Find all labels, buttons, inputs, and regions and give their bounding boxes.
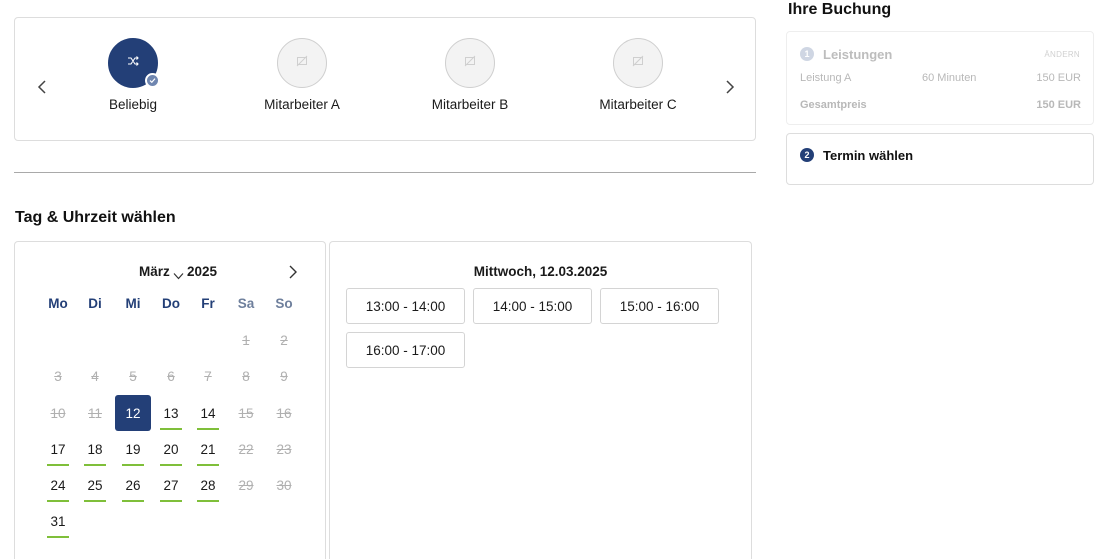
staff-name: Mitarbeiter A [264, 97, 340, 112]
unavailable-day: 11 [87, 405, 102, 421]
calendar: März 2025 Mo Di Mi Do Fr Sa So 1 2 3 4 5 6 7 8 9 10 11 12… [14, 241, 326, 559]
staff-avatar [613, 38, 663, 88]
total-price: 150 EUR [1036, 99, 1081, 111]
unavailable-day: 30 [276, 477, 292, 493]
unavailable-day: 29 [238, 477, 254, 493]
available-day[interactable]: 20 [153, 431, 189, 467]
section-divider [14, 172, 756, 173]
staff-option-a[interactable]: Mitarbeiter A [232, 38, 372, 112]
unavailable-day: 1 [242, 332, 250, 348]
weekday-label: Mo [48, 296, 68, 311]
selected-date-title: Mittwoch, 12.03.2025 [473, 264, 608, 279]
staff-avatar [108, 38, 160, 88]
available-day[interactable]: 18 [77, 431, 113, 467]
section-title: Tag & Uhrzeit wählen [15, 209, 176, 226]
time-slot-button[interactable]: 15:00 - 16:00 [600, 288, 719, 324]
staff-name: Beliebig [108, 97, 158, 112]
appointment-step: 2 Termin wählen [786, 133, 1094, 185]
unavailable-day: 15 [238, 405, 254, 421]
unavailable-day: 10 [50, 405, 66, 421]
time-slots-panel: Mittwoch, 12.03.2025 13:00 - 14:00 14:00… [329, 241, 752, 559]
unavailable-day: 16 [276, 405, 292, 421]
available-day[interactable]: 24 [40, 467, 76, 503]
services-summary: 1 Leistungen ÄNDERN Leistung A 60 Minute… [786, 31, 1094, 125]
no-image-icon [464, 54, 476, 72]
selected-day[interactable]: 12 [115, 395, 151, 431]
month-select[interactable]: März [139, 264, 170, 279]
unavailable-day: 2 [280, 332, 288, 348]
edit-services-link[interactable]: ÄNDERN [1044, 50, 1080, 59]
available-day[interactable]: 19 [115, 431, 151, 467]
appointment-step-title: Termin wählen [823, 148, 914, 163]
services-title: Leistungen [823, 47, 893, 62]
chevron-down-icon[interactable] [173, 267, 184, 285]
available-day[interactable]: 21 [190, 431, 226, 467]
service-name: Leistung A [800, 72, 852, 84]
time-slot-button[interactable]: 14:00 - 15:00 [473, 288, 592, 324]
no-image-icon [296, 54, 308, 72]
prev-staff-arrow-icon[interactable] [36, 80, 50, 94]
available-day[interactable]: 31 [40, 503, 76, 539]
unavailable-day: 3 [54, 368, 62, 384]
unavailable-day: 7 [204, 368, 212, 384]
total-row: Gesamtpreis 150 EUR [800, 99, 1081, 113]
time-slot-button[interactable]: 16:00 - 17:00 [346, 332, 465, 368]
unavailable-day: 22 [238, 441, 254, 457]
staff-option-beliebig[interactable]: Beliebig [63, 38, 203, 112]
weekday-label: So [275, 296, 293, 311]
unavailable-day: 4 [91, 368, 99, 384]
check-icon [145, 73, 160, 88]
staff-name: Mitarbeiter B [431, 97, 509, 112]
weekday-label: Fr [201, 296, 215, 311]
available-day[interactable]: 13 [153, 395, 189, 431]
available-day[interactable]: 17 [40, 431, 76, 467]
staff-option-b[interactable]: Mitarbeiter B [400, 38, 540, 112]
shuffle-icon [127, 54, 139, 72]
available-day[interactable]: 26 [115, 467, 151, 503]
available-day[interactable]: 28 [190, 467, 226, 503]
service-duration: 60 Minuten [922, 72, 977, 84]
step-number-badge: 2 [800, 148, 814, 162]
next-month-arrow-icon[interactable] [288, 265, 298, 284]
no-image-icon [632, 54, 644, 72]
unavailable-day: 23 [276, 441, 292, 457]
unavailable-day: 5 [129, 368, 137, 384]
unavailable-day: 8 [242, 368, 250, 384]
service-price: 150 EUR [1036, 72, 1081, 84]
staff-avatar [277, 38, 327, 88]
booking-title: Ihre Buchung [788, 1, 892, 18]
available-day[interactable]: 25 [77, 467, 113, 503]
total-label: Gesamtpreis [800, 99, 867, 111]
staff-avatar [445, 38, 495, 88]
next-staff-arrow-icon[interactable] [722, 80, 736, 94]
staff-option-c[interactable]: Mitarbeiter C [568, 38, 708, 112]
time-slot-button[interactable]: 13:00 - 14:00 [346, 288, 465, 324]
staff-selector: Beliebig Mitarbeiter A Mitarbeiter B Mit… [14, 17, 756, 141]
available-day[interactable]: 27 [153, 467, 189, 503]
available-day[interactable]: 14 [190, 395, 226, 431]
weekday-label: Sa [237, 296, 255, 311]
year-label[interactable]: 2025 [187, 264, 217, 279]
calendar-header: März 2025 [15, 264, 325, 282]
unavailable-day: 6 [167, 368, 175, 384]
service-row: Leistung A 60 Minuten 150 EUR [800, 72, 1081, 86]
step-number-badge: 1 [800, 47, 814, 61]
unavailable-day: 9 [280, 368, 288, 384]
weekday-label: Mi [125, 296, 141, 311]
weekday-label: Do [162, 296, 180, 311]
weekday-label: Di [88, 296, 102, 311]
staff-name: Mitarbeiter C [599, 97, 677, 112]
